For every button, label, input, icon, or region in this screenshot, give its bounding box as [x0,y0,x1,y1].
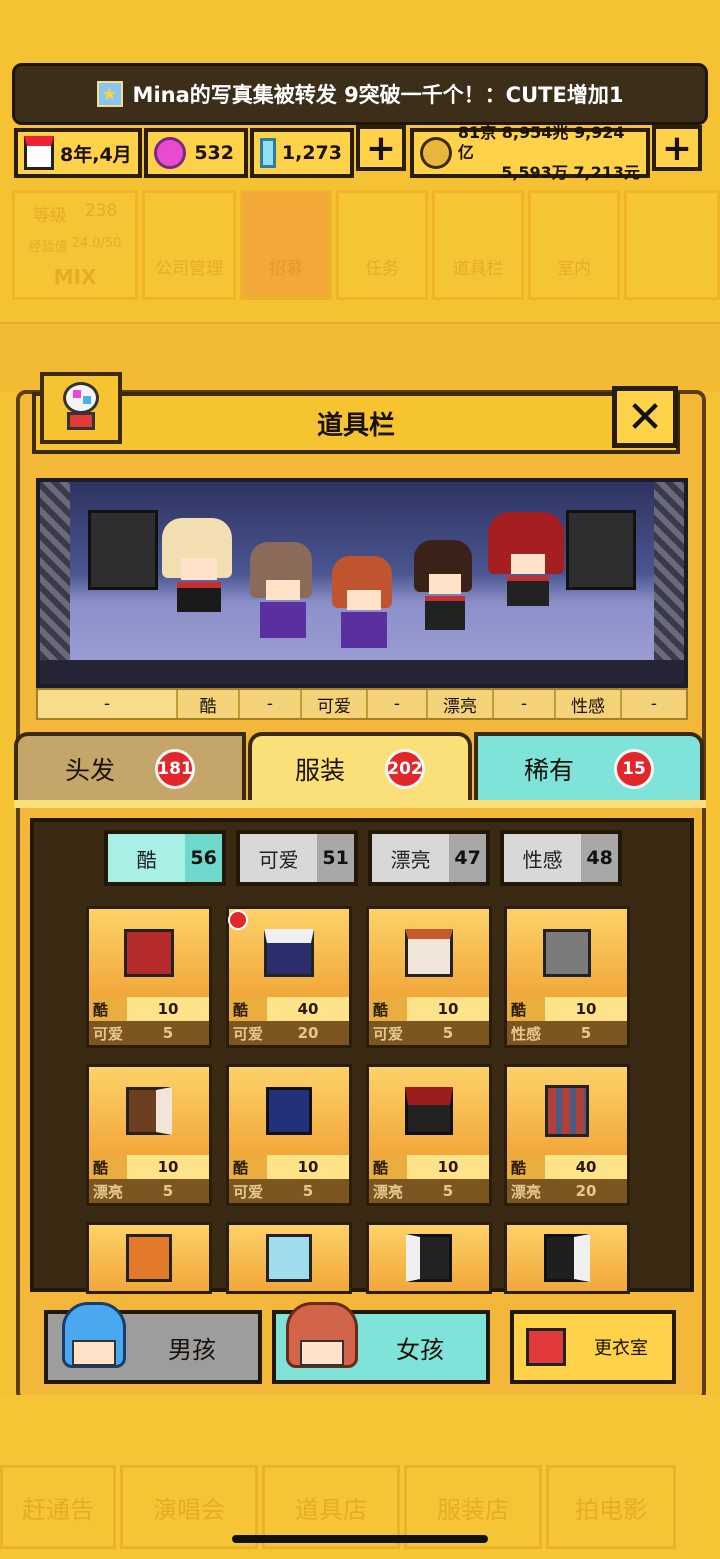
stat-sexy: 性感 [554,690,620,718]
new-item-dot [228,910,248,930]
speaker-right [566,510,636,590]
idol-1 [162,518,236,628]
calendar-icon [24,136,54,170]
filter-cool[interactable]: 酷 56 [104,830,226,886]
coin-icon [420,137,452,169]
stat-slot: - [492,690,554,718]
clothes-count-badge: 202 [385,749,425,789]
stat-cool: 酷 [176,690,238,718]
diamond-value: 1,273 [281,142,342,164]
idol-4 [414,540,476,652]
tab-clothes-label: 服装 [294,756,345,785]
date-value: 8年,4月 [60,143,132,166]
tab-hair[interactable]: 头发 181 [14,732,246,802]
outfit-stat-row: - 酷 - 可爱 - 漂亮 - 性感 - [36,688,688,720]
add-diamond-button[interactable]: + [356,125,406,171]
tab-clothes[interactable]: 服装 202 [248,732,472,802]
bg-menu-inventory: 道具栏 [432,190,524,300]
bg-menu-company: 公司管理 [142,190,236,300]
hair-count-badge: 181 [155,749,195,789]
close-button[interactable]: ✕ [612,386,678,448]
tab-rare-label: 稀有 [523,756,574,785]
panel-title: 道具栏 [32,392,680,454]
outfit-icon [266,1234,312,1282]
filter-cute[interactable]: 可爱 51 [236,830,358,886]
item-card[interactable]: 酷 10 漂亮 5 [86,1064,212,1206]
diamond-counter: 1,273 [250,128,354,178]
bg-menu-recruit: 招募 [240,190,332,300]
outfit-icon [405,929,453,978]
stat-cute: 可爱 [300,690,366,718]
star-icon: ★ [96,81,123,107]
item-card[interactable] [366,1222,492,1294]
pink-gem-icon [154,137,186,169]
shirt-icon [526,1328,566,1366]
outfit-icon [544,1234,590,1282]
add-money-button[interactable]: + [652,125,702,171]
money-line2: 5,593万 7,213元 [501,163,640,182]
item-card[interactable] [226,1222,352,1294]
nav-movie: 拍电影 [546,1465,676,1549]
news-ticker: ★ Mina的写真集被转发 9突破一千个！：CUTE增加1 [12,63,708,125]
ticker-text: Mina的写真集被转发 9突破一千个！：CUTE增加1 [132,83,624,107]
idol-3 [332,556,396,668]
item-grid-area [30,818,694,1292]
gem-value: 532 [194,142,234,164]
item-card[interactable]: 酷 10 漂亮 5 [366,1064,492,1206]
outfit-icon [126,1234,172,1282]
outfit-icon [266,1087,312,1136]
tab-rare[interactable]: 稀有 15 [474,732,704,802]
outfit-icon [406,1234,452,1282]
outfit-icon [545,1085,589,1138]
outfit-icon [543,929,591,978]
item-card[interactable] [86,1222,212,1294]
home-indicator[interactable] [232,1535,488,1543]
filter-sexy[interactable]: 性感 48 [500,830,622,886]
item-card[interactable]: 酷 10 可爱 5 [366,906,492,1048]
outfit-icon [126,1087,172,1136]
dressing-room-button[interactable]: 更衣室 [510,1310,676,1384]
stage-preview [36,478,688,688]
date-display: 8年,4月 [14,128,142,178]
girl-button[interactable]: 女孩 [272,1302,490,1384]
stat-pretty: 漂亮 [426,690,492,718]
rare-count-badge: 15 [614,749,654,789]
filter-pretty[interactable]: 漂亮 47 [368,830,490,886]
outfit-icon [405,1087,453,1136]
stat-slot: - [238,690,300,718]
outfit-icon [124,929,174,978]
stat-slot: - [366,690,426,718]
gem-counter: 532 [144,128,248,178]
idol-5 [488,512,568,624]
diamond-icon [260,138,276,168]
tab-hair-label: 头发 [64,756,115,785]
bg-menu-interior: 室内 [528,190,620,300]
money-line1: 81京 8,954兆 9,924亿 [457,123,625,162]
bg-menu-tasks: 任务 [336,190,428,300]
item-card[interactable]: 酷 40 漂亮 20 [504,1064,630,1206]
stat-slot: - [620,690,686,718]
speaker-left [88,510,158,590]
close-icon: ✕ [626,391,664,443]
gacha-icon [40,372,122,444]
item-card[interactable]: 酷 10 可爱 5 [226,1064,352,1206]
idol-2 [250,542,316,657]
money-counter: 81京 8,954兆 9,924亿 5,593万 7,213元 [410,123,650,182]
outfit-icon [264,929,314,978]
item-card[interactable]: 酷 40 可爱 20 [226,906,352,1048]
stat-slot: - [38,690,176,718]
item-card[interactable] [504,1222,630,1294]
level-box: 等级 238 经验值 24.0/50 MIX [12,190,138,300]
item-card[interactable]: 酷 10 性感 5 [504,906,630,1048]
nav-announcement: 赶通告 [0,1465,116,1549]
boy-button[interactable]: 男孩 [44,1302,262,1384]
bg-menu-mail [624,190,720,300]
item-card[interactable]: 酷 10 可爱 5 [86,906,212,1048]
